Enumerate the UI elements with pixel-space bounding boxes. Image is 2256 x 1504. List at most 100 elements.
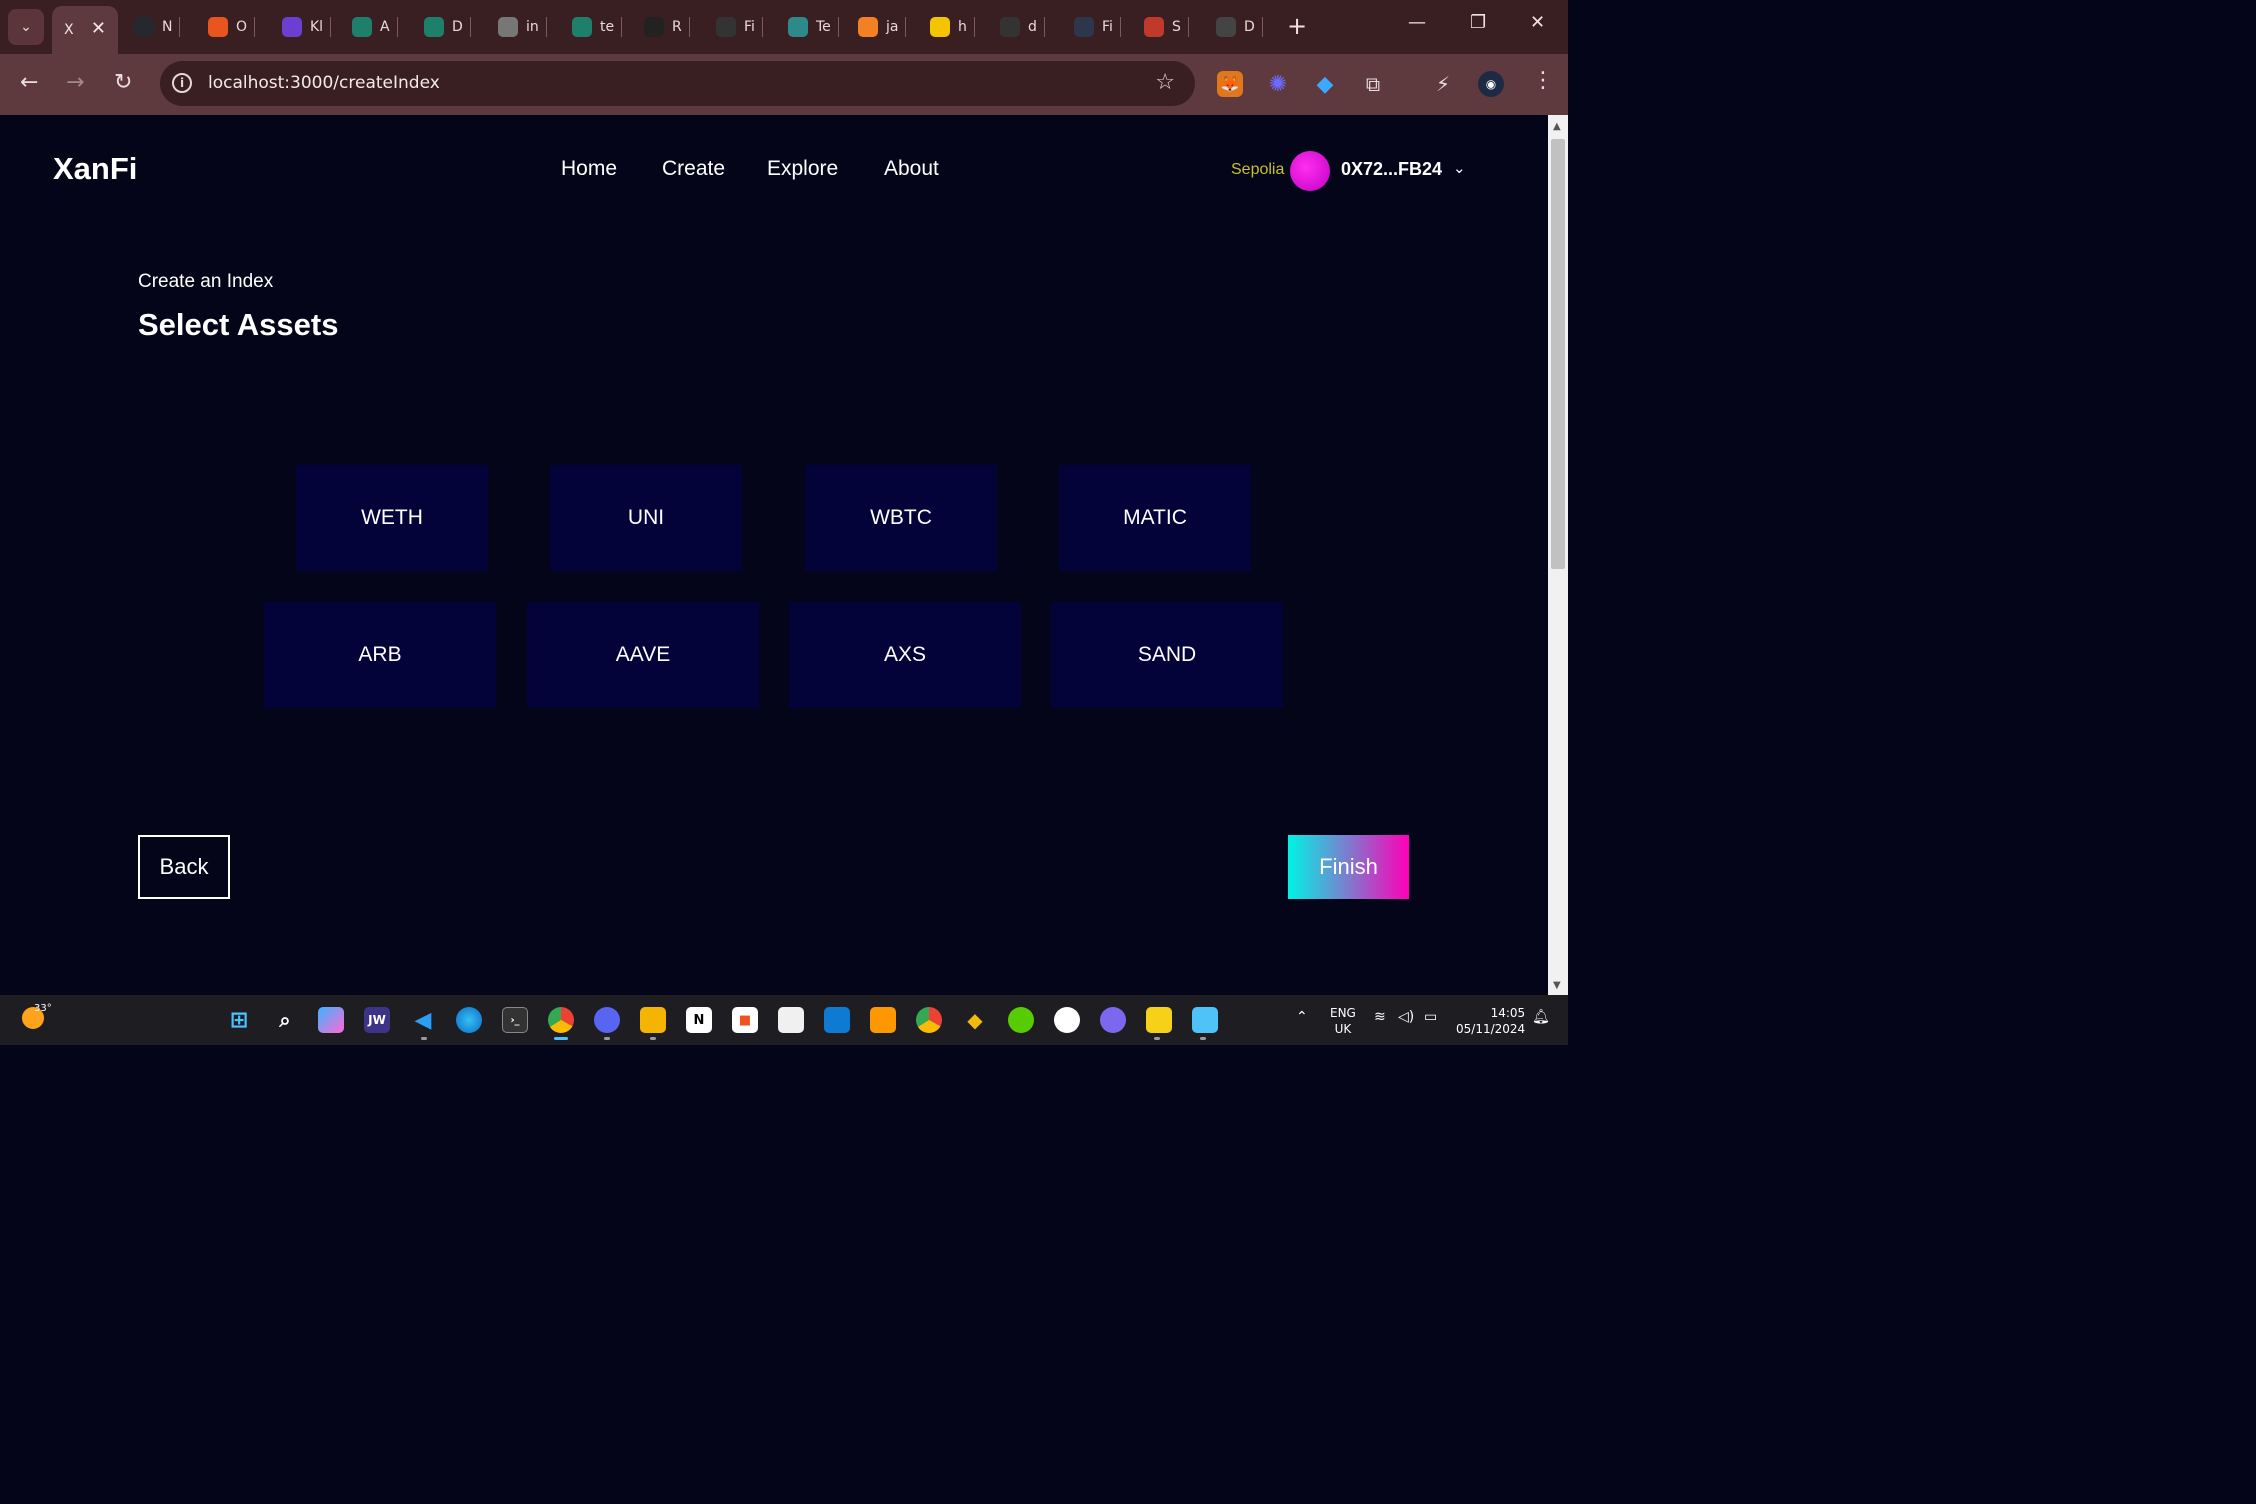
page-title: Select Assets (138, 307, 339, 342)
close-window-icon[interactable]: ✕ (1530, 12, 1545, 33)
nav-explore[interactable]: Explore (767, 157, 838, 181)
battery-icon[interactable]: ▭ (1424, 1009, 1437, 1025)
region-code: UK (1334, 1022, 1352, 1036)
volume-icon[interactable]: ◁) (1398, 1009, 1414, 1025)
browser-toolbar: ← → ↻ i localhost:3000/createIndex ☆ 🦊 ✺… (0, 54, 1568, 115)
asset-aave[interactable]: AAVE (527, 602, 759, 708)
running-indicator (1200, 1037, 1206, 1040)
chrome-icon[interactable] (548, 1007, 574, 1033)
tab-separator (761, 17, 763, 37)
minimize-icon[interactable]: — (1408, 12, 1426, 33)
tray-overflow-icon[interactable]: ⌃ (1296, 1009, 1308, 1025)
notion-icon[interactable]: N (686, 1007, 712, 1033)
bookmark-star-icon[interactable]: ☆ (1155, 70, 1175, 95)
jw-icon[interactable]: JW (364, 1007, 390, 1033)
sublime-icon[interactable] (870, 1007, 896, 1033)
browser-tab[interactable]: Fi (1074, 14, 1121, 40)
active-tab[interactable]: X ✕ (52, 6, 118, 54)
notepad-blue-icon[interactable] (1192, 1007, 1218, 1033)
browser-tab[interactable]: h (930, 14, 975, 40)
chrome-profile-icon[interactable] (916, 1007, 942, 1033)
new-tab-button[interactable]: + (1287, 12, 1307, 40)
back-button[interactable]: Back (138, 835, 230, 899)
performance-icon[interactable]: ⚡ (1430, 71, 1456, 97)
edge-icon[interactable] (456, 1007, 482, 1033)
language-code: ENG (1330, 1006, 1356, 1020)
back-arrow-icon[interactable]: ← (20, 70, 38, 95)
windows-start-icon[interactable]: ⊞ (226, 1007, 252, 1033)
extensions-puzzle-icon[interactable]: ⧉ (1360, 71, 1386, 97)
copilot-icon[interactable] (318, 1007, 344, 1033)
store-icon[interactable]: ■ (732, 1007, 758, 1033)
diamond-extension-icon[interactable]: ◆ (1312, 71, 1338, 97)
nav-about[interactable]: About (884, 157, 939, 181)
sticky-notes-icon[interactable] (1146, 1007, 1172, 1033)
asset-matic[interactable]: MATIC (1059, 465, 1251, 571)
terminal-icon[interactable]: ›_ (502, 1007, 528, 1033)
asset-weth[interactable]: WETH (296, 465, 488, 571)
wifi-icon[interactable]: ≋ (1374, 1009, 1386, 1025)
browser-tab[interactable]: A (352, 14, 398, 40)
reload-icon[interactable]: ↻ (114, 70, 132, 95)
forward-arrow-icon[interactable]: → (66, 70, 84, 95)
vscode-icon[interactable]: ◀ (410, 1007, 436, 1033)
page-scrollbar[interactable]: ▲ ▼ (1548, 115, 1568, 995)
browser-tab[interactable]: S (1144, 14, 1189, 40)
network-badge[interactable]: Sepolia (1231, 161, 1284, 179)
file-explorer-icon[interactable] (640, 1007, 666, 1033)
nav-create[interactable]: Create (662, 157, 725, 181)
close-tab-icon[interactable]: ✕ (91, 18, 106, 39)
chevron-down-icon[interactable]: ⌄ (1453, 159, 1466, 177)
profile-avatar-icon[interactable]: ◉ (1478, 71, 1504, 97)
browser-tab[interactable]: D (424, 14, 471, 40)
remote-desktop-icon[interactable] (824, 1007, 850, 1033)
nav-home[interactable]: Home (561, 157, 617, 181)
notepad-icon[interactable] (778, 1007, 804, 1033)
tab-search-button[interactable]: ⌄ (8, 9, 44, 45)
search-icon[interactable]: ⌕ (272, 1007, 298, 1033)
notification-bell-icon[interactable]: 🔔︎ (1532, 1009, 1550, 1025)
browser-menu-icon[interactable]: ⋮ (1532, 68, 1554, 93)
github-icon[interactable] (1054, 1007, 1080, 1033)
browser-tab[interactable]: ja (858, 14, 907, 40)
browser-tab-label: R (672, 19, 682, 35)
browser-tab[interactable]: Kl (282, 14, 332, 40)
scroll-down-icon[interactable]: ▼ (1553, 980, 1561, 991)
tab-separator (469, 17, 471, 37)
wallet-avatar[interactable] (1290, 151, 1330, 191)
brand-logo[interactable]: XanFi (53, 151, 137, 187)
browser-tab[interactable]: N (134, 14, 181, 40)
browser-tab[interactable]: in (498, 14, 547, 40)
browser-tab[interactable]: Te (788, 14, 839, 40)
browser-tab[interactable]: O (208, 14, 256, 40)
asset-uni[interactable]: UNI (550, 465, 742, 571)
scrollbar-thumb[interactable] (1551, 139, 1565, 569)
browser-tab[interactable]: Fi (716, 14, 763, 40)
address-bar[interactable]: i localhost:3000/createIndex ☆ (160, 61, 1195, 106)
restore-icon[interactable]: ❐ (1470, 12, 1486, 33)
browser-tab-label: A (380, 19, 390, 35)
scroll-up-icon[interactable]: ▲ (1553, 121, 1561, 132)
duolingo-icon[interactable] (1008, 1007, 1034, 1033)
metamask-icon[interactable]: 🦊 (1217, 71, 1243, 97)
snowflake-extension-icon[interactable]: ✺ (1265, 71, 1291, 97)
asset-arb[interactable]: ARB (264, 602, 496, 708)
wallet-address[interactable]: 0X72...FB24 (1341, 159, 1442, 180)
binance-icon[interactable]: ◆ (962, 1007, 988, 1033)
browser-tab-strip: ⌄ X ✕ N O Kl A Din te R Fi Te ja h d Fi S D + — ❐ ✕ (0, 0, 1568, 54)
browser-tab-label: Fi (1102, 19, 1113, 35)
asset-axs[interactable]: AXS (789, 602, 1021, 708)
asset-sand[interactable]: SAND (1051, 602, 1283, 708)
discord-icon[interactable] (594, 1007, 620, 1033)
browser-tab[interactable]: d (1000, 14, 1045, 40)
browser-tab[interactable]: R (644, 14, 690, 40)
site-info-icon[interactable]: i (172, 73, 192, 93)
settings-icon[interactable] (1100, 1007, 1126, 1033)
url-text[interactable]: localhost:3000/createIndex (208, 73, 440, 93)
language-indicator[interactable]: ENG UK (1330, 1005, 1356, 1037)
clock[interactable]: 14:05 05/11/2024 (1456, 1005, 1525, 1037)
asset-wbtc[interactable]: WBTC (805, 465, 997, 571)
browser-tab[interactable]: te (572, 14, 623, 40)
finish-button[interactable]: Finish (1288, 835, 1409, 899)
browser-tab[interactable]: D (1216, 14, 1263, 40)
